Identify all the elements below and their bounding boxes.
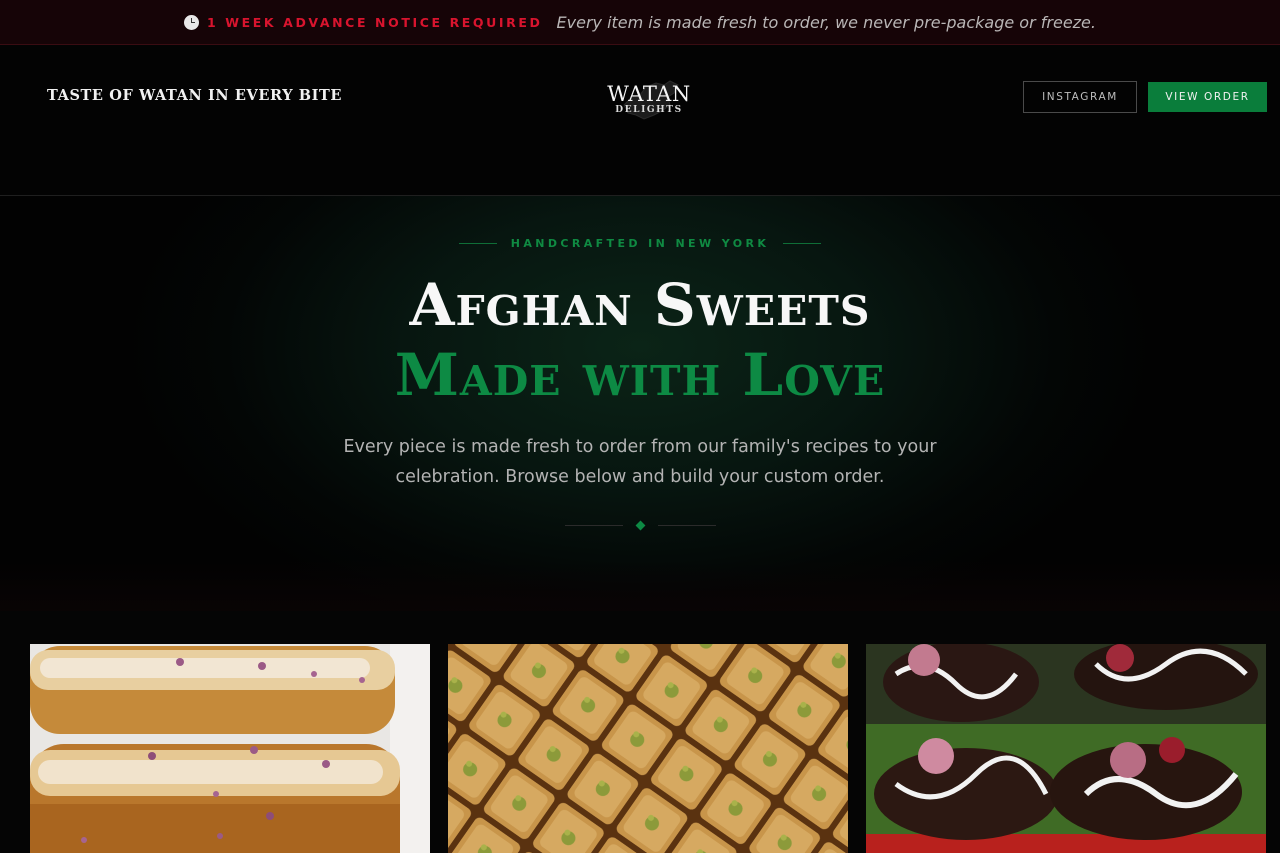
hero-divider xyxy=(0,520,1280,531)
cream-roll-pastries-photo xyxy=(30,644,430,853)
product-card-cream-rolls[interactable] xyxy=(30,644,430,853)
hero-title-accent: Made with Love xyxy=(394,341,886,409)
product-card-baklava[interactable] xyxy=(448,644,848,853)
view-order-button[interactable]: VIEW ORDER xyxy=(1148,82,1267,112)
header-tagline: TASTE OF WATAN IN EVERY BITE xyxy=(47,87,343,104)
baklava-photo xyxy=(448,644,848,853)
divider-line-right xyxy=(657,525,716,526)
chocolate-dates-photo xyxy=(866,644,1266,853)
product-card-chocolate-dates[interactable] xyxy=(866,644,1266,853)
notice-text: Every item is made fresh to order, we ne… xyxy=(556,12,1096,32)
logo[interactable]: WATAN DELIGHTS xyxy=(604,73,694,125)
eyebrow-line-right xyxy=(783,243,822,244)
eyebrow-line-left xyxy=(458,243,497,244)
clock-icon xyxy=(184,14,200,30)
hero-description: Every piece is made fresh to order from … xyxy=(343,437,937,487)
divider-diamond xyxy=(635,520,645,531)
instagram-button[interactable]: INSTAGRAM xyxy=(1023,81,1137,113)
logo-word: WATAN xyxy=(607,82,691,106)
notice-left: 1 WEEK ADVANCE NOTICE REQUIRED xyxy=(184,14,543,30)
divider-line-left xyxy=(564,525,623,526)
eyebrow-text: HANDCRAFTED IN NEW YORK xyxy=(510,237,770,250)
logo-subtitle: DELIGHTS xyxy=(615,105,683,115)
hero-title: Afghan Sweets xyxy=(409,271,871,339)
notice-bar: 1 WEEK ADVANCE NOTICE REQUIRED Every ite… xyxy=(0,0,1280,45)
hero-eyebrow: HANDCRAFTED IN NEW YORK xyxy=(0,237,1280,250)
notice-headline: 1 WEEK ADVANCE NOTICE REQUIRED xyxy=(207,14,543,30)
